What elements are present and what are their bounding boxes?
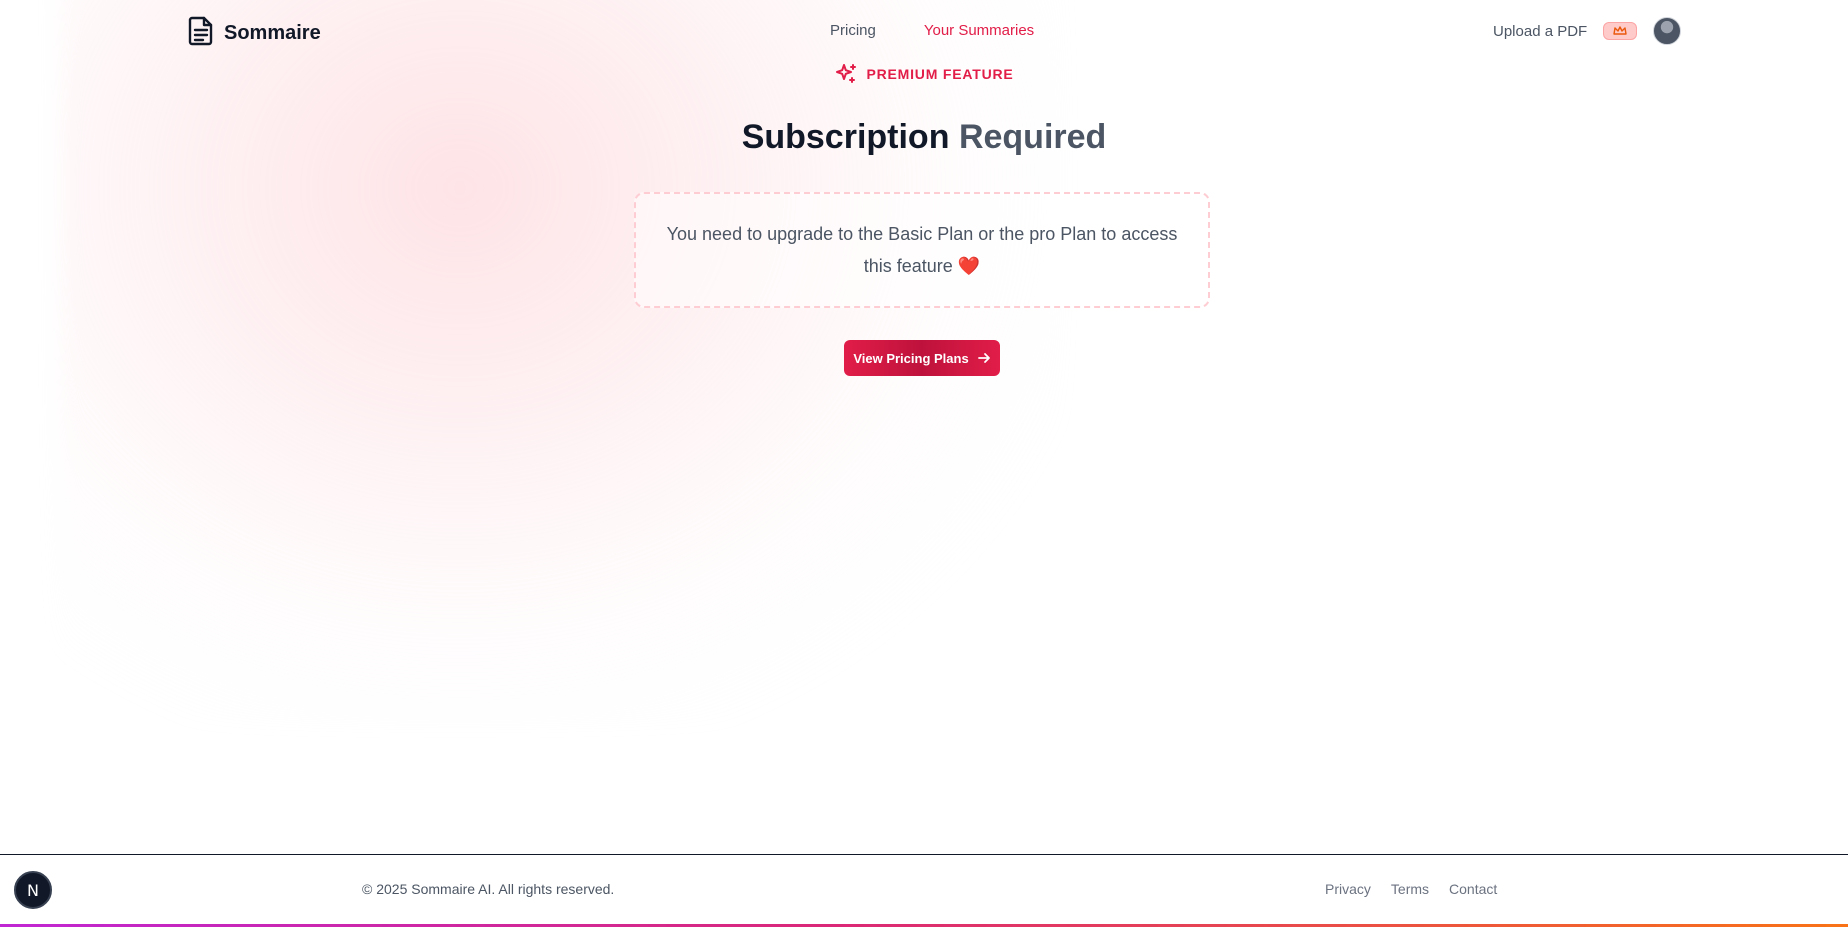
upgrade-notice-box: You need to upgrade to the Basic Plan or… — [634, 192, 1210, 308]
user-avatar[interactable] — [1653, 17, 1682, 45]
nav-pricing[interactable]: Pricing — [830, 22, 876, 39]
arrow-right-icon — [977, 353, 990, 363]
footer-link-terms[interactable]: Terms — [1391, 881, 1429, 897]
footer-links: Privacy Terms Contact — [1325, 881, 1497, 897]
document-icon — [188, 16, 214, 51]
crown-icon — [1613, 26, 1627, 35]
footer-link-privacy[interactable]: Privacy — [1325, 881, 1371, 897]
view-pricing-plans-button[interactable]: View Pricing Plans — [844, 340, 1000, 376]
plan-badge — [1603, 22, 1638, 40]
title-part-required: Required — [958, 118, 1107, 156]
copyright-text: © 2025 Sommaire AI. All rights reserved. — [362, 881, 615, 897]
brand-logo-link[interactable]: Sommaire — [188, 16, 321, 51]
upload-pdf-link[interactable]: Upload a PDF — [1493, 23, 1587, 40]
top-navbar: Sommaire Pricing Your Summaries Upload a… — [0, 0, 1848, 64]
user-actions: Upload a PDF — [1493, 16, 1682, 46]
brand-name: Sommaire — [224, 22, 321, 44]
premium-feature-text: PREMIUM FEATURE — [866, 66, 1014, 82]
main-nav: Pricing Your Summaries — [830, 22, 1034, 39]
nav-your-summaries[interactable]: Your Summaries — [924, 22, 1034, 39]
dev-tools-badge[interactable]: N — [14, 871, 52, 909]
cta-label: View Pricing Plans — [853, 350, 969, 366]
upgrade-notice-text: You need to upgrade to the Basic Plan or… — [666, 224, 1178, 276]
page-footer: © 2025 Sommaire AI. All rights reserved.… — [0, 854, 1848, 927]
page-title: Subscription Required — [0, 118, 1848, 157]
premium-feature-label: PREMIUM FEATURE — [0, 62, 1848, 86]
title-part-subscription: Subscription — [741, 118, 950, 156]
footer-link-contact[interactable]: Contact — [1449, 881, 1497, 897]
sparkles-icon — [836, 64, 857, 83]
